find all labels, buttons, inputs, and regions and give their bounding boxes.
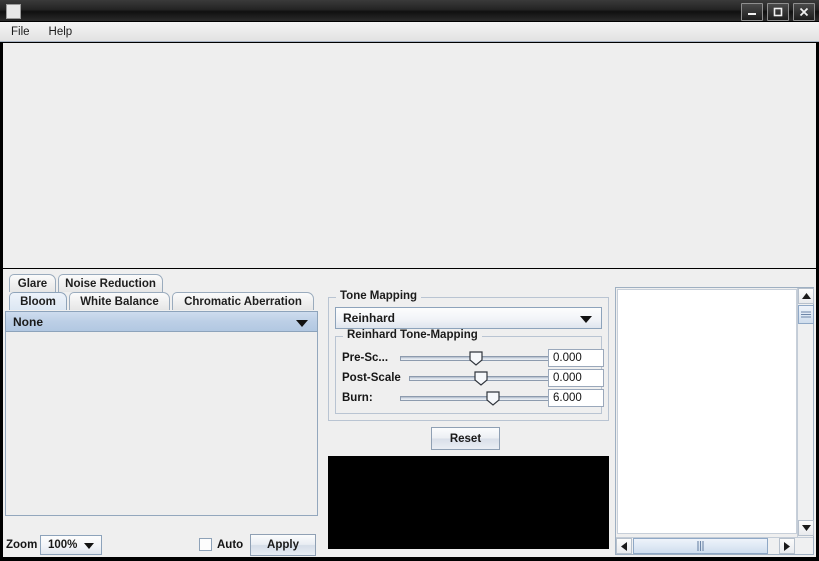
- chevron-down-icon: [84, 543, 94, 549]
- tone-mapping-operator-value: Reinhard: [343, 311, 396, 325]
- bloom-type-value: None: [13, 314, 43, 329]
- auto-checkbox[interactable]: [199, 538, 212, 551]
- slider-thumb[interactable]: [486, 391, 500, 406]
- tab-glare[interactable]: Glare: [9, 274, 56, 292]
- slider-thumb-icon: [486, 391, 500, 406]
- slider-thumb-icon: [473, 371, 488, 386]
- pre-scale-slider[interactable]: [400, 350, 552, 366]
- zoom-combo[interactable]: 100%: [40, 535, 102, 555]
- maximize-icon: [773, 7, 783, 17]
- reinhard-group-title: Reinhard Tone-Mapping: [343, 329, 482, 341]
- menu-item-file[interactable]: File: [7, 24, 39, 40]
- tab-chromatic-aberration[interactable]: Chromatic Aberration: [172, 292, 314, 310]
- window-controls: [741, 3, 815, 21]
- filters-tabbed-pane: Glare Noise Reduction Bloom White Balanc…: [5, 274, 318, 555]
- tone-mapping-panel: Tone Mapping Reinhard Reinhard Tone-Mapp…: [325, 287, 610, 555]
- tone-mapping-groupbox: Tone Mapping Reinhard Reinhard Tone-Mapp…: [328, 290, 609, 421]
- zoom-label: Zoom: [6, 539, 38, 551]
- burn-label: Burn:: [342, 392, 373, 404]
- zoom-combo-value: 100%: [48, 539, 78, 551]
- tone-mapping-group-title: Tone Mapping: [336, 290, 422, 302]
- bottom-panel: Glare Noise Reduction Bloom White Balanc…: [3, 269, 816, 557]
- minimize-button[interactable]: [741, 3, 763, 21]
- tab-white-balance[interactable]: White Balance: [69, 292, 170, 310]
- bloom-type-combo[interactable]: None: [5, 311, 318, 332]
- title-bar: [0, 0, 819, 22]
- burn-value-field[interactable]: 6.000: [548, 389, 604, 407]
- menu-bar: File Help: [0, 22, 819, 42]
- scroll-up-button[interactable]: [798, 288, 814, 304]
- slider-thumb-icon: [469, 351, 483, 366]
- post-scale-value-field[interactable]: 0.000: [548, 369, 604, 387]
- tab-row-top: Glare Noise Reduction: [5, 274, 318, 293]
- apply-button[interactable]: Apply: [250, 534, 316, 556]
- menu-item-help[interactable]: Help: [45, 24, 82, 40]
- chevron-down-icon: [296, 319, 308, 327]
- reinhard-groupbox: Reinhard Tone-Mapping Pre-Sc... 0.000 Po…: [335, 329, 604, 414]
- slider-thumb[interactable]: [473, 371, 488, 386]
- tab-noise-reduction[interactable]: Noise Reduction: [58, 274, 163, 292]
- pre-scale-value-field[interactable]: 0.000: [548, 349, 604, 367]
- bloom-tab-content: None: [5, 311, 318, 516]
- close-icon: [799, 7, 809, 17]
- burn-slider[interactable]: [400, 390, 552, 406]
- chevron-down-icon: [580, 316, 592, 323]
- maximize-button[interactable]: [767, 3, 789, 21]
- post-scale-label: Post-Scale: [342, 372, 401, 384]
- tab-bloom[interactable]: Bloom: [9, 292, 67, 310]
- tab-row-bottom: Bloom White Balance Chromatic Aberration: [5, 292, 318, 311]
- grip-lines-icon: [801, 311, 811, 318]
- application-window: File Help Glare Noise Reduction Bloom Wh…: [0, 0, 819, 561]
- close-button[interactable]: [793, 3, 815, 21]
- pre-scale-label: Pre-Sc...: [342, 352, 389, 364]
- main-image-preview[interactable]: [3, 43, 816, 268]
- window-icon: [6, 4, 21, 19]
- post-scale-slider[interactable]: [409, 370, 552, 386]
- slider-track: [400, 396, 552, 401]
- reset-button[interactable]: Reset: [431, 427, 500, 450]
- vertical-scrollbar[interactable]: [797, 288, 814, 537]
- status-bar: Zoom 100% Auto Apply: [3, 531, 816, 557]
- slider-thumb[interactable]: [469, 351, 483, 366]
- vertical-scroll-thumb[interactable]: [798, 305, 814, 324]
- arrow-up-icon: [801, 293, 811, 299]
- scroll-pane-viewport[interactable]: [617, 289, 797, 534]
- histogram-scroll-pane: [615, 287, 814, 555]
- tone-mapping-operator-combo[interactable]: Reinhard: [335, 307, 602, 329]
- auto-label: Auto: [217, 539, 244, 551]
- minimize-icon: [748, 13, 756, 15]
